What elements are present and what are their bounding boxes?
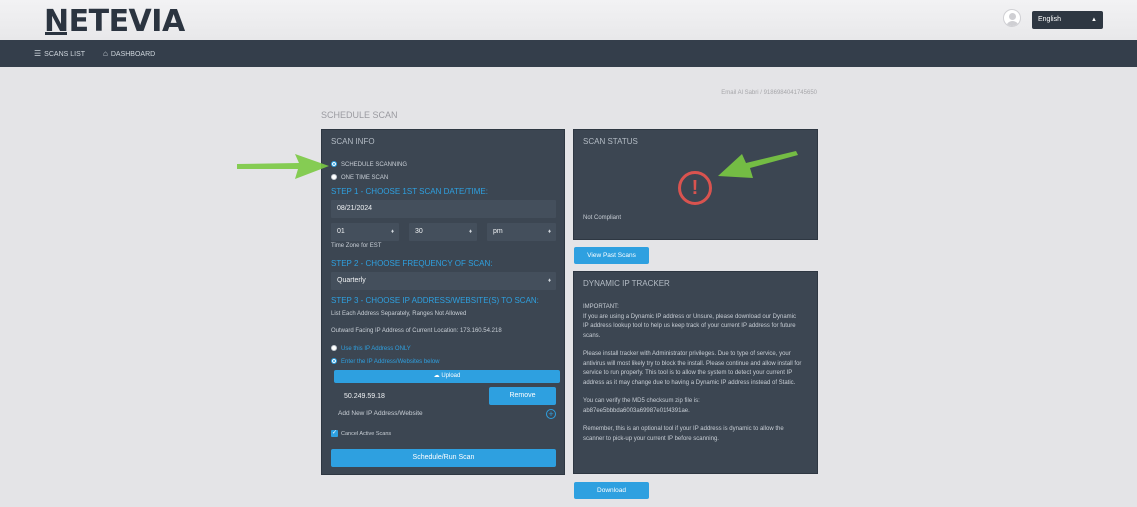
list-note: List Each Address Separately, Ranges Not…	[331, 311, 467, 317]
cancel-active-checkbox[interactable]: ✓	[331, 430, 338, 437]
select-caret-icon: ♦	[468, 229, 472, 235]
home-icon: ⌂	[103, 49, 108, 58]
ampm-select[interactable]: pm ♦	[487, 223, 556, 241]
logo-accent-bar	[45, 32, 67, 35]
frequency-select[interactable]: Quarterly ♦	[331, 272, 556, 290]
list-icon: ☰	[34, 49, 42, 58]
select-caret-icon: ▲︎	[1091, 17, 1097, 23]
ip-entry-field[interactable]: 50.249.59.18	[338, 388, 484, 406]
radio-use-this-ip[interactable]: Use this IP Address ONLY	[331, 345, 411, 353]
green-arrow-right-icon	[237, 154, 329, 179]
scan-date-input[interactable]: 08/21/2024	[331, 200, 556, 218]
scan-info-title: SCAN INFO	[331, 137, 375, 146]
scan-status-panel: SCAN STATUS ! Not Compliant	[573, 129, 818, 240]
radio-one-time-scan[interactable]: ONE TIME SCAN	[331, 174, 388, 182]
scan-status-title: SCAN STATUS	[583, 137, 638, 146]
top-bar: NETEVIA English ▲︎	[0, 0, 1137, 40]
minute-select[interactable]: 30 ♦	[409, 223, 477, 241]
scan-info-panel: SCAN INFO SCHEDULE SCANNING ONE TIME SCA…	[321, 129, 565, 475]
nav-item-scans-list[interactable]: ☰ SCANS LIST	[34, 40, 85, 67]
dynamic-ip-panel: DYNAMIC IP TRACKER IMPORTANT: If you are…	[573, 271, 818, 474]
remove-ip-button[interactable]: Remove	[489, 387, 556, 405]
upload-button[interactable]: ☁ Upload	[334, 370, 560, 383]
select-caret-icon: ♦	[390, 229, 394, 235]
page-title: SCHEDULE SCAN	[321, 110, 398, 120]
select-caret-icon: ♦	[547, 278, 551, 284]
main-nav: ☰ SCANS LIST ⌂ DASHBOARD	[0, 40, 1137, 67]
green-arrow-left-icon	[718, 151, 798, 178]
radio-enter-ip[interactable]: Enter the IP Address/Websites below	[331, 358, 440, 366]
step1-heading: STEP 1 - CHOOSE 1ST SCAN DATE/TIME:	[331, 187, 488, 196]
select-caret-icon: ♦	[547, 229, 551, 235]
radio-schedule-scanning[interactable]: SCHEDULE SCANNING	[331, 161, 407, 169]
add-ip-placeholder[interactable]: Add New IP Address/Website	[338, 410, 423, 417]
dynamic-ip-title: DYNAMIC IP TRACKER	[583, 279, 670, 288]
nav-item-dashboard[interactable]: ⌂ DASHBOARD	[103, 40, 155, 67]
view-past-scans-button[interactable]: View Past Scans	[574, 247, 649, 264]
radio-selected-icon	[331, 358, 337, 364]
outward-ip-label: Outward Facing IP Address of Current Loc…	[331, 328, 502, 334]
dynamic-ip-description: IMPORTANT: If you are using a Dynamic IP…	[583, 304, 802, 442]
download-button[interactable]: Download	[574, 482, 649, 499]
step2-heading: STEP 2 - CHOOSE FREQUENCY OF SCAN:	[331, 259, 493, 268]
step3-heading: STEP 3 - CHOOSE IP ADDRESS/WEBSITE(S) TO…	[331, 296, 539, 305]
radio-empty-icon	[331, 345, 337, 351]
radio-selected-icon	[331, 161, 337, 167]
account-info: Email Al Sabri / 9186984041745650	[721, 90, 817, 96]
radio-empty-icon	[331, 174, 337, 180]
compliance-status: Not Compliant	[583, 215, 622, 221]
user-avatar-icon[interactable]	[1003, 9, 1021, 27]
timezone-label: Time Zone for EST	[331, 243, 382, 249]
language-select[interactable]: English ▲︎	[1032, 11, 1103, 29]
add-ip-icon[interactable]: +	[546, 409, 556, 419]
warning-icon: !	[678, 171, 712, 205]
cancel-active-label: Cancel Active Scans	[341, 431, 392, 437]
schedule-run-scan-button[interactable]: Schedule/Run Scan	[331, 449, 556, 467]
hour-select[interactable]: 01 ♦	[331, 223, 399, 241]
